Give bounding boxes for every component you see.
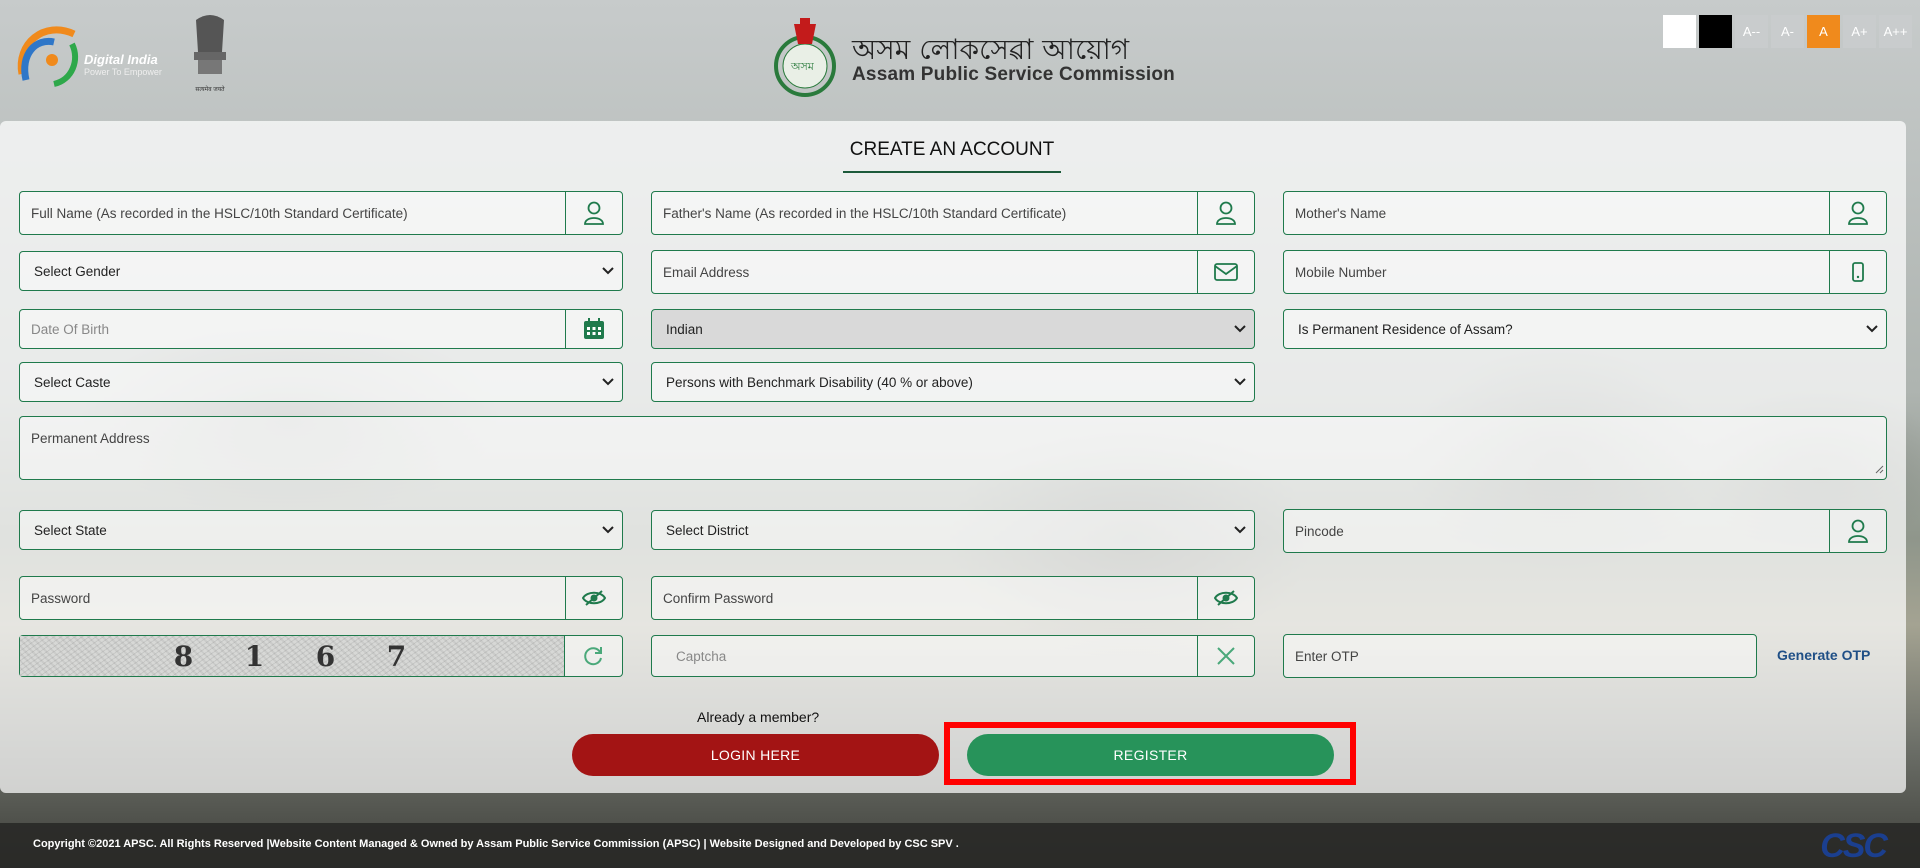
apsc-logo: অসম — [772, 16, 838, 98]
captcha-digit: 1 — [244, 639, 269, 673]
csc-logo: CSC — [1820, 827, 1888, 865]
font-decrease-button[interactable]: A- — [1771, 15, 1804, 48]
site-header: Digital India Power To Empower सत्यमेव ज… — [0, 0, 1920, 120]
pincode-field[interactable]: Pincode — [1283, 509, 1887, 553]
register-highlight-box — [944, 722, 1356, 785]
captcha-placeholder: Captcha — [676, 648, 727, 664]
eye-slash-icon[interactable] — [1197, 577, 1254, 619]
caste-select[interactable]: Select Caste — [19, 362, 623, 402]
email-field[interactable]: Email Address — [651, 250, 1255, 294]
caste-select-value: Select Caste — [34, 374, 111, 390]
calendar-icon[interactable] — [565, 310, 622, 348]
mobile-placeholder: Mobile Number — [1295, 264, 1387, 280]
digital-india-logo: Digital India Power To Empower — [14, 14, 174, 94]
chevron-down-icon — [1226, 378, 1254, 386]
confirm-password-placeholder: Confirm Password — [663, 590, 774, 606]
nationality-select[interactable]: Indian — [651, 309, 1255, 349]
mobile-phone-icon — [1829, 251, 1886, 293]
pincode-placeholder: Pincode — [1295, 523, 1344, 539]
password-placeholder: Password — [31, 590, 91, 606]
user-icon — [1829, 510, 1886, 552]
chevron-down-icon — [1858, 325, 1886, 333]
captcha-digit: 7 — [386, 639, 411, 673]
confirm-password-field[interactable]: Confirm Password — [651, 576, 1255, 620]
footer-copyright: Copyright ©2021 APSC. All Rights Reserve… — [33, 838, 959, 850]
permanent-address-textarea[interactable]: Permanent Address — [19, 416, 1887, 480]
digital-india-title: Digital India — [84, 52, 158, 67]
district-select-value: Select District — [666, 522, 749, 538]
captcha-image: 8 1 6 7 — [20, 636, 565, 676]
mother-name-field[interactable]: Mother's Name — [1283, 191, 1887, 235]
chevron-down-icon — [1226, 526, 1254, 534]
font-normal-button[interactable]: A — [1807, 15, 1840, 48]
font-increase-2-button[interactable]: A++ — [1879, 15, 1912, 48]
chevron-down-icon — [1226, 325, 1254, 333]
district-select[interactable]: Select District — [651, 510, 1255, 550]
apsc-logo-text: অসম — [791, 60, 814, 73]
generate-otp-link[interactable]: Generate OTP — [1777, 647, 1870, 663]
close-icon[interactable] — [1197, 636, 1254, 676]
email-placeholder: Email Address — [663, 264, 750, 280]
otp-placeholder: Enter OTP — [1295, 648, 1359, 664]
font-decrease-2-button[interactable]: A-- — [1735, 15, 1768, 48]
disability-select[interactable]: Persons with Benchmark Disability (40 % … — [651, 362, 1255, 402]
already-member-text: Already a member? — [697, 709, 820, 725]
user-icon — [1197, 192, 1254, 234]
dob-field[interactable]: Date Of Birth — [19, 309, 623, 349]
permanent-resident-select-value: Is Permanent Residence of Assam? — [1298, 321, 1513, 337]
apsc-title-english: Assam Public Service Commission — [852, 64, 1175, 85]
eye-slash-icon[interactable] — [565, 577, 622, 619]
password-field[interactable]: Password — [19, 576, 623, 620]
father-name-placeholder: Father's Name (As recorded in the HSLC/1… — [663, 205, 1067, 221]
form-title: CREATE AN ACCOUNT — [843, 139, 1061, 173]
father-name-field[interactable]: Father's Name (As recorded in the HSLC/1… — [651, 191, 1255, 235]
captcha-box: 8 1 6 7 — [19, 635, 623, 677]
dob-placeholder: Date Of Birth — [31, 321, 110, 337]
accessibility-toolbar: A-- A- A A+ A++ — [1663, 15, 1912, 48]
user-icon — [1829, 192, 1886, 234]
chevron-down-icon — [594, 378, 622, 386]
registration-card: CREATE AN ACCOUNT Full Name (As recorded… — [0, 121, 1906, 793]
national-emblem: सत्यमेव जयते — [186, 12, 234, 94]
captcha-field[interactable]: Captcha — [651, 635, 1255, 677]
nationality-select-value: Indian — [666, 321, 703, 337]
mother-name-placeholder: Mother's Name — [1295, 205, 1387, 221]
login-button[interactable]: LOGIN HERE — [572, 734, 939, 776]
dark-theme-button[interactable] — [1699, 15, 1732, 48]
captcha-digit: 8 — [173, 639, 198, 673]
white-theme-button[interactable] — [1663, 15, 1696, 48]
envelope-icon — [1197, 251, 1254, 293]
full-name-placeholder: Full Name (As recorded in the HSLC/10th … — [31, 205, 408, 221]
gender-select-value: Select Gender — [34, 263, 121, 279]
font-increase-button[interactable]: A+ — [1843, 15, 1876, 48]
gender-select[interactable]: Select Gender — [19, 251, 623, 291]
captcha-digit: 6 — [315, 639, 340, 673]
emblem-caption: सत्यमेव जयते — [195, 87, 225, 93]
digital-india-tagline: Power To Empower — [84, 67, 162, 77]
otp-field[interactable]: Enter OTP — [1283, 634, 1757, 678]
user-icon — [565, 192, 622, 234]
address-placeholder: Permanent Address — [31, 431, 150, 446]
refresh-icon[interactable] — [565, 636, 621, 676]
footer: Copyright ©2021 APSC. All Rights Reserve… — [0, 823, 1920, 868]
full-name-field[interactable]: Full Name (As recorded in the HSLC/10th … — [19, 191, 623, 235]
resize-handle-icon[interactable] — [1874, 461, 1884, 477]
state-select-value: Select State — [34, 522, 107, 538]
chevron-down-icon — [594, 526, 622, 534]
chevron-down-icon — [594, 267, 622, 275]
state-select[interactable]: Select State — [19, 510, 623, 550]
disability-select-value: Persons with Benchmark Disability (40 % … — [666, 374, 973, 390]
permanent-resident-select[interactable]: Is Permanent Residence of Assam? — [1283, 309, 1887, 349]
mobile-field[interactable]: Mobile Number — [1283, 250, 1887, 294]
